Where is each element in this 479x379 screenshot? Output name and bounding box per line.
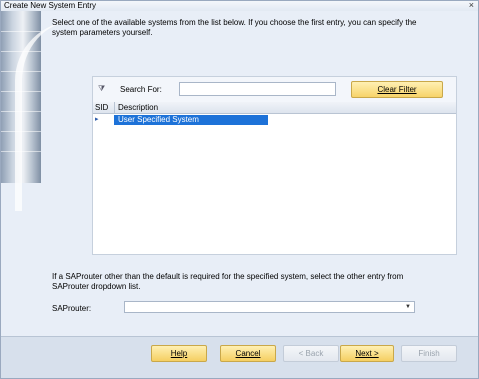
saprouter-dropdown[interactable]: ▼ [124,301,415,313]
finish-button: Finish [401,345,457,362]
row-description[interactable]: User Specified System [114,115,268,125]
cancel-button[interactable]: Cancel [220,345,276,362]
column-sid[interactable]: SID [95,103,108,112]
saprouter-label: SAProuter: [52,304,92,313]
list-header: SID Description [93,102,456,114]
cancel-label: Cancel [235,349,261,358]
back-label: < Back [298,349,324,358]
clear-filter-label: Clear Filter [377,85,417,94]
title-bar: Create New System Entry × [1,1,478,11]
help-button[interactable]: Help [151,345,207,362]
close-icon[interactable]: × [469,1,474,11]
wizard-side-image [1,11,41,211]
filter-icon[interactable]: ⧩ [98,84,105,94]
next-button[interactable]: Next > [340,345,394,362]
finish-label: Finish [418,349,440,358]
system-list[interactable]: SID Description ▸ User Specified System [93,102,456,254]
row-marker-icon: ▸ [95,116,99,123]
system-list-panel: ⧩ Search For: Clear Filter SID Descripti… [92,76,457,255]
next-label: Next > [355,349,379,358]
search-label: Search For: [120,85,162,94]
help-label: Help [170,349,188,358]
button-bar: Help Cancel < Back Next > Finish [1,336,478,378]
chevron-down-icon[interactable]: ▼ [405,302,411,312]
dialog-title: Create New System Entry [4,1,97,10]
clear-filter-button[interactable]: Clear Filter [351,81,443,98]
saprouter-hint: If a SAProuter other than the default is… [52,272,404,291]
intro-text: Select one of the available systems from… [52,18,417,37]
table-row[interactable]: ▸ User Specified System [93,115,268,125]
search-input[interactable] [179,82,336,96]
back-button: < Back [283,345,339,362]
create-system-dialog: Create New System Entry × Select one of … [0,0,479,379]
column-description[interactable]: Description [118,103,158,112]
